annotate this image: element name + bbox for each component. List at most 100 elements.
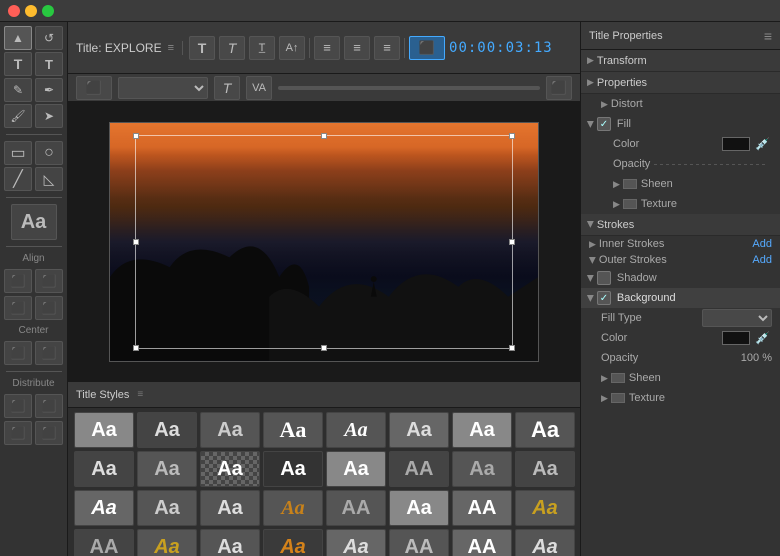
panel-menu-icon[interactable]: ≡: [764, 28, 772, 44]
bg-color-swatch[interactable]: [722, 331, 750, 345]
style-item[interactable]: Aa: [263, 412, 323, 448]
text-tool[interactable]: T: [4, 52, 32, 76]
fill-row[interactable]: ▶ Fill: [581, 114, 780, 134]
text-style-2[interactable]: VA: [246, 76, 272, 100]
shadow-row[interactable]: ▶ Shadow: [581, 268, 780, 288]
style-item[interactable]: Aa: [326, 529, 386, 556]
inner-strokes-add[interactable]: Add: [752, 238, 772, 250]
style-item[interactable]: Aa: [200, 490, 260, 526]
paint-tool[interactable]: 🖌: [4, 104, 32, 128]
ellipse-tool[interactable]: ○: [35, 141, 63, 165]
style-item[interactable]: Aa: [515, 490, 575, 526]
arrow-tool[interactable]: ➤: [35, 104, 63, 128]
title-menu-icon[interactable]: ≡: [168, 42, 174, 54]
style-item[interactable]: AA: [74, 529, 134, 556]
style-item[interactable]: Aa: [74, 490, 134, 526]
close-button[interactable]: [8, 5, 20, 17]
style-item[interactable]: Aa: [452, 412, 512, 448]
align-right-btn[interactable]: ≡: [374, 36, 400, 60]
style-item[interactable]: AA: [452, 490, 512, 526]
distribute-h[interactable]: ⬛: [4, 394, 32, 418]
style-item[interactable]: Aa: [137, 412, 197, 448]
style-item[interactable]: Aa: [326, 412, 386, 448]
style-item[interactable]: Aa: [515, 529, 575, 556]
distribute-2[interactable]: ⬛: [4, 421, 32, 445]
rotate-tool[interactable]: ↺: [35, 26, 63, 50]
vertical-text-tool[interactable]: T: [35, 52, 63, 76]
maximize-button[interactable]: [42, 5, 54, 17]
distribute-3[interactable]: ⬛: [35, 421, 63, 445]
style-item[interactable]: AA: [389, 451, 449, 487]
opacity-slider[interactable]: [654, 164, 768, 165]
style-item[interactable]: Aa: [137, 490, 197, 526]
style-item[interactable]: Aa: [200, 451, 260, 487]
fill-eyedropper[interactable]: 💉: [753, 137, 772, 151]
minimize-button[interactable]: [25, 5, 37, 17]
style-item[interactable]: Aa: [263, 451, 323, 487]
style-item[interactable]: AA: [389, 529, 449, 556]
background-row[interactable]: ▶ Background: [581, 288, 780, 308]
pen-tool[interactable]: ✒: [35, 78, 63, 102]
sheen-row[interactable]: ▶ Sheen: [581, 174, 780, 194]
line-tool[interactable]: ╱: [4, 167, 32, 191]
align-left-btn[interactable]: ≡: [314, 36, 340, 60]
background-checkbox[interactable]: [597, 291, 611, 305]
media-btn[interactable]: ⬛: [76, 76, 112, 100]
style-item[interactable]: Aa: [263, 529, 323, 556]
properties-section[interactable]: ▶ Properties: [581, 72, 780, 94]
font-select[interactable]: [118, 77, 208, 99]
font-size-up[interactable]: A↑: [279, 36, 305, 60]
style-item[interactable]: Aa: [515, 412, 575, 448]
align-center-h[interactable]: ⬛: [35, 269, 63, 293]
path-tool[interactable]: ✎: [4, 78, 32, 102]
strokes-section[interactable]: ▶ Strokes: [581, 214, 780, 236]
rect-tool[interactable]: ▭: [4, 141, 32, 165]
bottom-panel-menu[interactable]: ≡: [137, 389, 143, 400]
bg-sheen-triangle: ▶: [601, 373, 608, 384]
select-tool[interactable]: ▲: [4, 26, 32, 50]
align-top[interactable]: ⬛: [4, 296, 32, 320]
style-item[interactable]: Aa: [74, 451, 134, 487]
font-style-underline[interactable]: T̲: [249, 36, 275, 60]
style-item[interactable]: Aa: [326, 451, 386, 487]
style-item[interactable]: Aa: [137, 529, 197, 556]
align-center-btn[interactable]: ≡: [344, 36, 370, 60]
fill-checkbox[interactable]: [597, 117, 611, 131]
style-item[interactable]: Aa: [515, 451, 575, 487]
style-item[interactable]: Aa: [263, 490, 323, 526]
font-style-bold[interactable]: T: [189, 36, 215, 60]
type-style-btn[interactable]: Aa: [11, 204, 57, 240]
distribute-v[interactable]: ⬛: [35, 394, 63, 418]
kern-slider[interactable]: [278, 86, 540, 90]
fill-type-select[interactable]: [702, 309, 772, 327]
tool-divider-2: [6, 197, 62, 198]
style-item[interactable]: Aa: [74, 412, 134, 448]
bg-texture-row[interactable]: ▶ Texture: [581, 388, 780, 408]
text-italic-2[interactable]: T: [214, 76, 240, 100]
shadow-checkbox[interactable]: [597, 271, 611, 285]
extra-btn[interactable]: ⬛: [546, 76, 572, 100]
style-item[interactable]: Aa: [137, 451, 197, 487]
tab-stops-btn[interactable]: ⬛: [409, 36, 445, 60]
style-item[interactable]: Aa: [200, 529, 260, 556]
fill-color-swatch[interactable]: [722, 137, 750, 151]
bg-eyedropper[interactable]: 💉: [753, 331, 772, 345]
center-h[interactable]: ⬛: [4, 341, 32, 365]
panel-header: Title Properties ≡: [581, 22, 780, 50]
align-center-v[interactable]: ⬛: [35, 296, 63, 320]
style-item[interactable]: AA: [452, 529, 512, 556]
texture-row[interactable]: ▶ Texture: [581, 194, 780, 214]
style-item[interactable]: Aa: [200, 412, 260, 448]
outer-strokes-add[interactable]: Add: [752, 254, 772, 266]
bg-sheen-row[interactable]: ▶ Sheen: [581, 368, 780, 388]
distort-row[interactable]: ▶ Distort: [581, 94, 780, 114]
transform-section[interactable]: ▶ Transform: [581, 50, 780, 72]
font-style-italic[interactable]: T: [219, 36, 245, 60]
style-item[interactable]: AA: [326, 490, 386, 526]
style-item[interactable]: Aa: [389, 490, 449, 526]
wedge-tool[interactable]: ◺: [35, 167, 63, 191]
style-item[interactable]: Aa: [389, 412, 449, 448]
style-item[interactable]: Aa: [452, 451, 512, 487]
align-left[interactable]: ⬛: [4, 269, 32, 293]
center-v[interactable]: ⬛: [35, 341, 63, 365]
